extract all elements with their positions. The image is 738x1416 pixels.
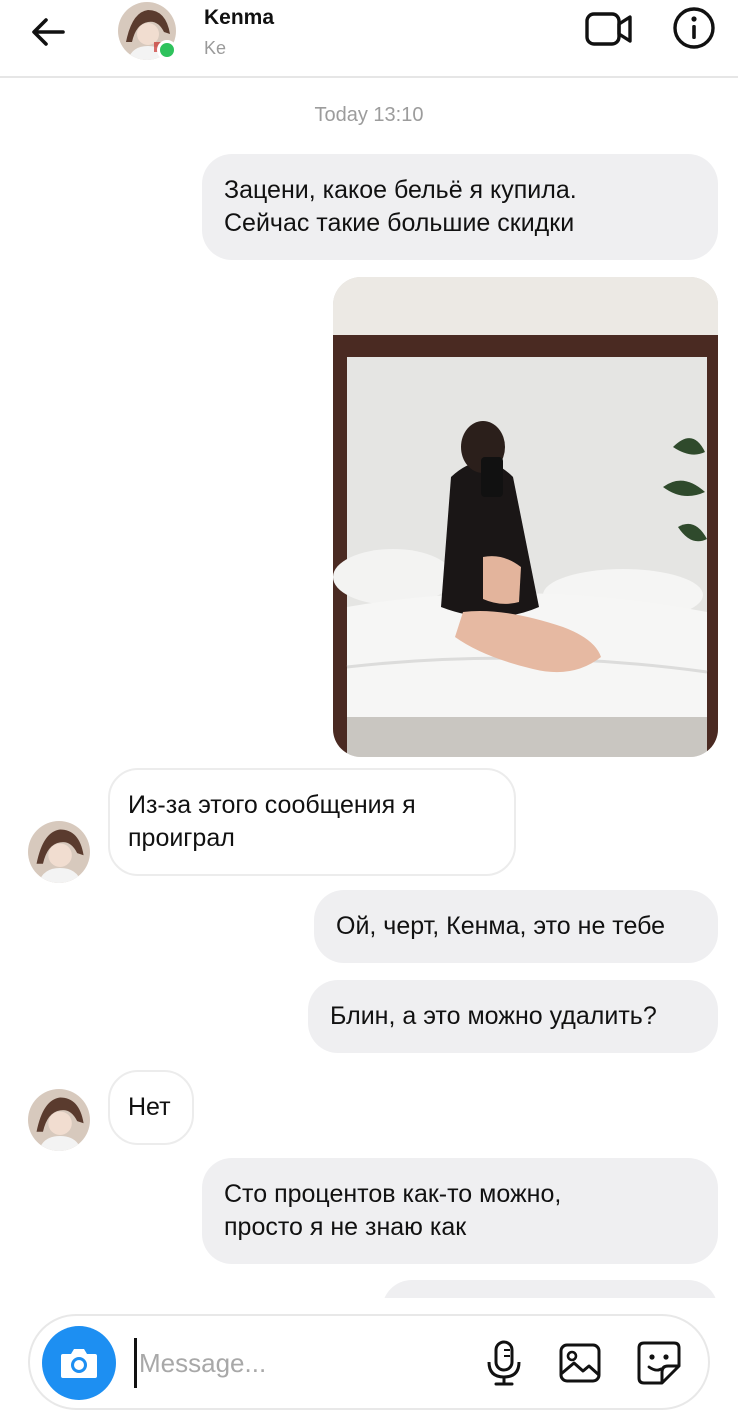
message-text: Зацени, какое бельё я купила. [224, 176, 577, 204]
video-call-button[interactable] [584, 8, 634, 50]
back-arrow-icon [32, 18, 65, 46]
info-button[interactable] [672, 6, 716, 50]
message-text: просто я не знаю как [224, 1213, 467, 1241]
message-bubble-outgoing[interactable]: Зацени, какое бельё я купила. Сейчас так… [202, 154, 718, 260]
online-status-indicator [157, 40, 177, 60]
sticker-button[interactable] [636, 1340, 682, 1386]
message-bubble-outgoing[interactable]: Сто процентов как-то можно, просто я не … [202, 1158, 718, 1264]
video-call-icon [585, 12, 632, 46]
composer-bar [0, 1298, 738, 1416]
back-button[interactable] [28, 12, 68, 52]
message-text: проиграл [128, 824, 235, 852]
chat-header: Kenma Ke [0, 0, 738, 78]
message-text: Блин, а это можно удалить? [330, 1002, 657, 1030]
info-icon [673, 7, 715, 49]
avatar[interactable] [28, 1089, 90, 1151]
message-text: Нет [128, 1093, 171, 1121]
contact-name[interactable]: Kenma [204, 6, 274, 30]
gallery-icon [559, 1343, 601, 1383]
message-text: Ой, черт, Кенма, это не тебе [336, 912, 666, 940]
contact-status: Ke [204, 38, 227, 58]
gallery-button[interactable] [558, 1342, 602, 1384]
message-bubble-incoming[interactable]: Из-за этого сообщения я проиграл [108, 768, 516, 876]
message-text: Сейчас такие большие скидки [224, 209, 575, 237]
camera-button[interactable] [42, 1326, 116, 1400]
message-thread[interactable]: Today 13:10 Зацени, какое бельё я купила… [0, 80, 738, 1298]
microphone-button[interactable] [484, 1340, 524, 1386]
message-text: Сто процентов как-то можно, [224, 1180, 562, 1208]
microphone-icon [487, 1340, 521, 1386]
avatar[interactable] [28, 821, 90, 883]
sticker-icon [637, 1341, 681, 1385]
photo-attachment[interactable] [333, 277, 718, 757]
camera-icon [61, 1349, 97, 1378]
message-bubble-outgoing[interactable]: Блин, а это можно удалить? [308, 980, 718, 1053]
message-bubble-outgoing[interactable] [382, 1280, 718, 1298]
timestamp: Today 13:10 [314, 104, 424, 126]
message-input[interactable] [134, 1338, 454, 1388]
message-bubble-outgoing[interactable]: Ой, черт, Кенма, это не тебе [314, 890, 718, 963]
message-bubble-incoming[interactable]: Нет [108, 1070, 194, 1145]
message-text: Из-за этого сообщения я [128, 791, 416, 819]
